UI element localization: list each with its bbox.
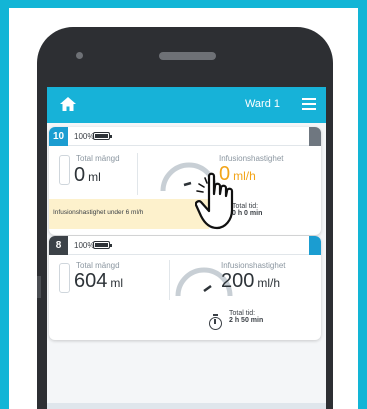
volume-label: Total mängd bbox=[76, 154, 120, 163]
syringe-volume-icon bbox=[59, 263, 70, 293]
syringe-volume-icon bbox=[59, 155, 70, 185]
card-divider bbox=[137, 153, 138, 195]
total-time: Total tid: 2 h 50 min bbox=[229, 310, 264, 324]
battery-percent: 100% bbox=[74, 132, 95, 141]
phone-screen: Ward 1 10 100% Total mängd 0 ml Infusions… bbox=[47, 87, 326, 409]
speaker-grille bbox=[159, 52, 216, 60]
volume-value: 0 ml bbox=[74, 164, 101, 186]
rate-value: 200 ml/h bbox=[221, 270, 281, 292]
low-rate-warning: Infusionshastighet under 6 ml/h bbox=[49, 199, 209, 229]
bed-number-badge: 8 bbox=[49, 236, 68, 255]
card-divider bbox=[169, 260, 170, 300]
hamburger-menu-icon[interactable] bbox=[302, 98, 316, 110]
ward-title: Ward 1 bbox=[244, 98, 280, 110]
volume-value: 604 ml bbox=[74, 270, 124, 292]
battery-icon bbox=[93, 241, 112, 249]
timer-icon bbox=[209, 314, 222, 330]
screen-bottom-strip bbox=[47, 403, 326, 409]
camera-icon bbox=[76, 52, 83, 59]
hand-pointer-icon bbox=[195, 172, 234, 230]
card-header: 10 100% bbox=[49, 127, 321, 146]
pump-card-bed-10[interactable]: 10 100% Total mängd 0 ml Infusionshastigh… bbox=[49, 127, 321, 235]
phone-side-button bbox=[37, 276, 41, 298]
card-header: 8 100% bbox=[49, 236, 321, 255]
battery-icon bbox=[93, 132, 112, 140]
pump-card-bed-8[interactable]: 8 100% Total mängd 604 ml Infusionshastig… bbox=[49, 236, 321, 340]
card-side-tab bbox=[309, 127, 321, 146]
home-icon[interactable] bbox=[59, 95, 77, 113]
bed-number-badge: 10 bbox=[49, 127, 68, 146]
volume-label: Total mängd bbox=[76, 261, 120, 270]
card-side-tab bbox=[309, 236, 321, 255]
rate-label: Infusionshastighet bbox=[221, 261, 286, 270]
battery-percent: 100% bbox=[74, 241, 95, 250]
rate-label: Infusionshastighet bbox=[219, 154, 284, 163]
app-bar: Ward 1 bbox=[47, 87, 326, 123]
